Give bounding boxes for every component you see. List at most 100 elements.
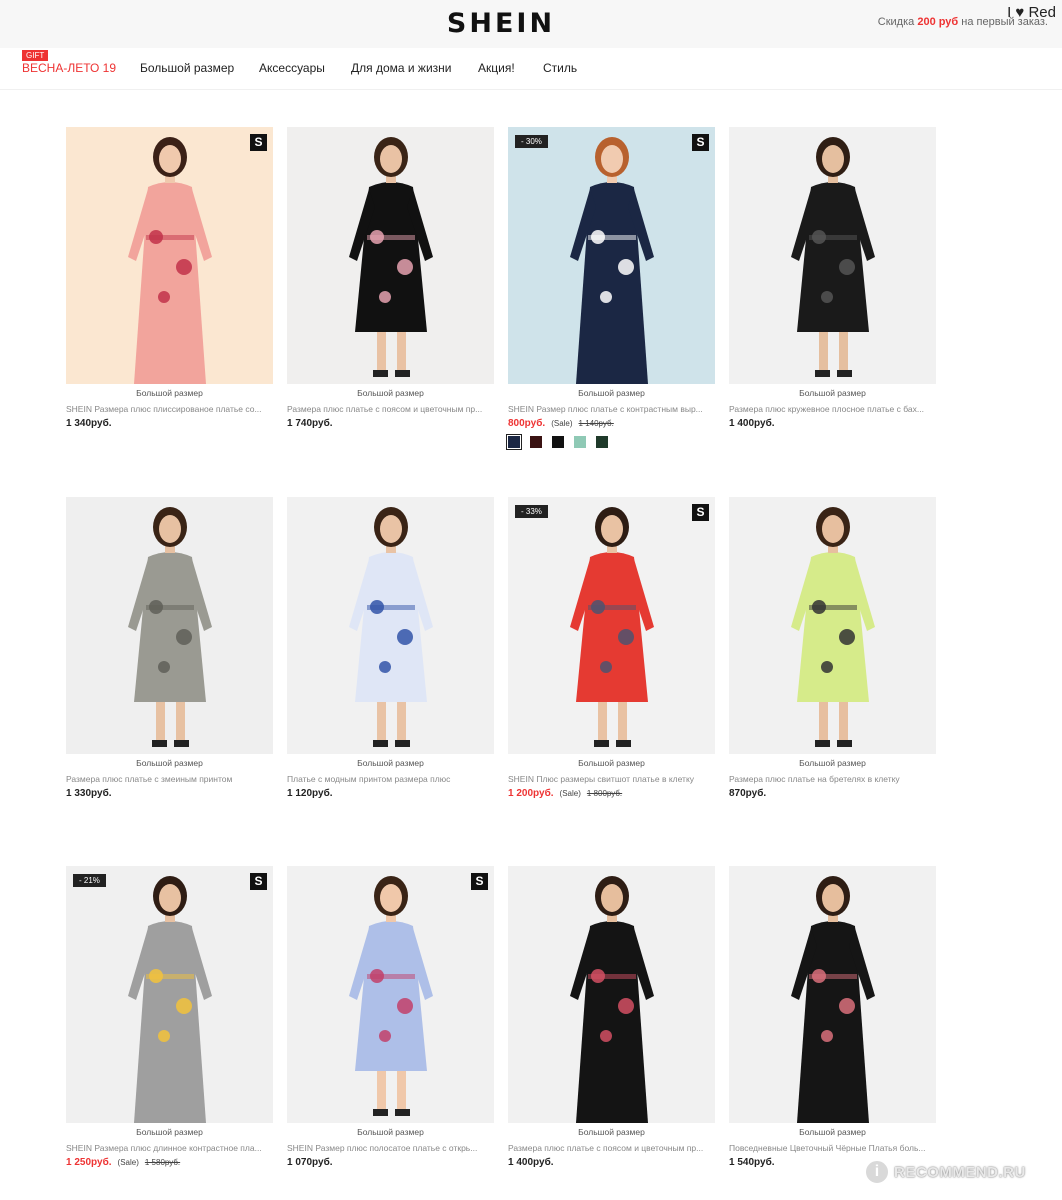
color-swatch[interactable] xyxy=(506,434,522,450)
plus-size-label: Большой размер xyxy=(578,758,645,768)
price-line: 1 200руб. (Sale) 1 800руб. xyxy=(508,788,715,799)
top-banner: SHEIN Скидка 200 руб на первый заказ. I … xyxy=(0,0,1062,48)
product-image[interactable] xyxy=(287,127,494,384)
price-line: 1 340руб. xyxy=(66,418,273,429)
product-image[interactable] xyxy=(729,127,936,384)
price-line: 1 070руб. xyxy=(287,1157,494,1168)
product-price: 1 330руб. xyxy=(66,788,112,799)
promo-prefix: Скидка xyxy=(877,16,918,28)
product-card[interactable]: Большой размер Размера плюс кружевное пло… xyxy=(729,127,936,457)
product-title[interactable]: SHEIN Размера плюс плиссированое платье … xyxy=(66,404,273,414)
nav-item-sale[interactable]: Акция! xyxy=(478,61,515,75)
product-price: 800руб. xyxy=(508,418,546,429)
price-line: 1 400руб. xyxy=(508,1157,715,1168)
plus-size-label: Большой размер xyxy=(136,1127,203,1137)
shein-s-badge: S xyxy=(471,873,488,890)
discount-badge: - 30% xyxy=(515,135,548,148)
product-image[interactable] xyxy=(729,866,936,1123)
plus-size-label: Большой размер xyxy=(136,758,203,768)
product-title[interactable]: Размера плюс платье на бретелях в клетку xyxy=(729,774,936,784)
product-card[interactable]: Большой размер Размера плюс платье на бре… xyxy=(729,497,936,827)
plus-size-label: Большой размер xyxy=(799,388,866,398)
product-image[interactable]: - 21% S xyxy=(66,866,273,1123)
product-card[interactable]: Большой размер Размера плюс платье с змеи… xyxy=(66,497,273,827)
color-swatch[interactable] xyxy=(552,436,564,448)
plus-size-label: Большой размер xyxy=(357,1127,424,1137)
product-card[interactable]: - 21% S Большой размер SHEIN Размера плюс д… xyxy=(66,866,273,1196)
old-price: 1 140руб. xyxy=(578,419,614,428)
product-card[interactable]: Большой размер Платье с модным принтом ра… xyxy=(287,497,494,827)
product-title[interactable]: Размера плюс кружевное плосное платье с … xyxy=(729,404,936,414)
product-card[interactable]: Большой размер Размера плюс платье с пояс… xyxy=(508,866,715,1196)
main-nav: GIFT ВЕСНА-ЛЕТО 19 Большой размер Аксесс… xyxy=(0,48,1062,90)
product-price: 1 200руб. xyxy=(508,788,554,799)
product-image[interactable]: - 30% S xyxy=(508,127,715,384)
product-title[interactable]: SHEIN Размера плюс длинное контрастное п… xyxy=(66,1143,273,1153)
product-price: 1 340руб. xyxy=(66,418,112,429)
shein-s-badge: S xyxy=(692,504,709,521)
plus-size-label: Большой размер xyxy=(578,388,645,398)
shein-s-badge: S xyxy=(250,873,267,890)
color-swatch[interactable] xyxy=(574,436,586,448)
nav-item-home-living[interactable]: Для дома и жизни xyxy=(351,61,452,75)
promo-amount: 200 руб xyxy=(917,16,959,28)
nav-item-spring-summer[interactable]: ВЕСНА-ЛЕТО 19 xyxy=(22,61,116,75)
product-image[interactable]: S xyxy=(287,866,494,1123)
price-line: 870руб. xyxy=(729,788,936,799)
watermark: i RECOMMEND.RU xyxy=(864,1156,1052,1188)
product-title[interactable]: Размера плюс платье с поясом и цветочным… xyxy=(287,404,494,414)
nav-item-accessories[interactable]: Аксессуары xyxy=(259,61,325,75)
price-line: 1 330руб. xyxy=(66,788,273,799)
shein-s-badge: S xyxy=(692,134,709,151)
old-price: 1 580руб. xyxy=(144,1158,181,1167)
nav-item-style[interactable]: Стиль xyxy=(543,61,577,75)
plus-size-label: Большой размер xyxy=(357,758,424,768)
product-card[interactable]: Большой размер Повседневные Цветочный Чёр… xyxy=(729,866,936,1196)
shein-logo[interactable]: SHEIN xyxy=(0,8,1002,39)
product-card[interactable]: Большой размер Размера плюс платье с пояс… xyxy=(287,127,494,457)
sale-tag: (Sale) xyxy=(551,419,573,428)
product-image[interactable] xyxy=(287,497,494,754)
product-card[interactable]: S Большой размер SHEIN Размера плюс плисси… xyxy=(66,127,273,457)
nav-item-plus-size[interactable]: Большой размер xyxy=(140,61,234,75)
product-image[interactable] xyxy=(508,866,715,1123)
product-price: 1 400руб. xyxy=(729,418,775,429)
plus-size-label: Большой размер xyxy=(799,1127,866,1137)
corner-label: I ♥ Red xyxy=(1007,4,1056,21)
product-image[interactable] xyxy=(66,497,273,754)
product-image[interactable]: - 33% S xyxy=(508,497,715,754)
product-title[interactable]: Размера плюс платье с змеиным принтом xyxy=(66,774,273,784)
product-image[interactable] xyxy=(729,497,936,754)
color-swatch[interactable] xyxy=(530,436,542,448)
plus-size-label: Большой размер xyxy=(799,758,866,768)
product-price: 870руб. xyxy=(729,788,767,799)
product-title[interactable]: Размера плюс платье с поясом и цветочным… xyxy=(508,1143,715,1153)
product-title[interactable]: Повседневные Цветочный Чёрные Платья бол… xyxy=(729,1143,936,1153)
price-line: 1 400руб. xyxy=(729,418,936,429)
price-line: 1 120руб. xyxy=(287,788,494,799)
plus-size-label: Большой размер xyxy=(136,388,203,398)
price-line: 1 740руб. xyxy=(287,418,494,429)
product-card[interactable]: - 30% S Большой размер SHEIN Размер плюс пл… xyxy=(506,127,715,457)
shein-s-badge: S xyxy=(250,134,267,151)
sale-tag: (Sale) xyxy=(117,1158,139,1167)
product-price: 1 250руб. xyxy=(66,1157,112,1168)
product-title[interactable]: SHEIN Размер плюс платье с контрастным в… xyxy=(508,404,715,414)
product-card[interactable]: S Большой размер SHEIN Размер плюс полосат… xyxy=(287,866,494,1196)
price-line: 1 250руб. (Sale) 1 580руб. xyxy=(66,1157,273,1168)
plus-size-label: Большой размер xyxy=(357,388,424,398)
product-card[interactable]: - 33% S Большой размер SHEIN Плюс размеры с… xyxy=(508,497,715,827)
product-image[interactable]: S xyxy=(66,127,273,384)
recommend-logo-icon: i xyxy=(864,1159,890,1185)
price-line: 800руб. (Sale) 1 140руб. xyxy=(508,418,715,429)
color-swatch[interactable] xyxy=(596,436,608,448)
product-price: 1 740руб. xyxy=(287,418,333,429)
plus-size-label: Большой размер xyxy=(578,1127,645,1137)
product-title[interactable]: Платье с модным принтом размера плюс xyxy=(287,774,494,784)
old-price: 1 800руб. xyxy=(586,789,623,798)
product-price: 1 070руб. xyxy=(287,1157,333,1168)
product-title[interactable]: SHEIN Размер плюс полосатое платье с отк… xyxy=(287,1143,494,1153)
product-title[interactable]: SHEIN Плюс размеры свитшот платье в клет… xyxy=(508,774,715,784)
product-price: 1 120руб. xyxy=(287,788,333,799)
watermark-text: RECOMMEND.RU xyxy=(894,1163,1026,1181)
